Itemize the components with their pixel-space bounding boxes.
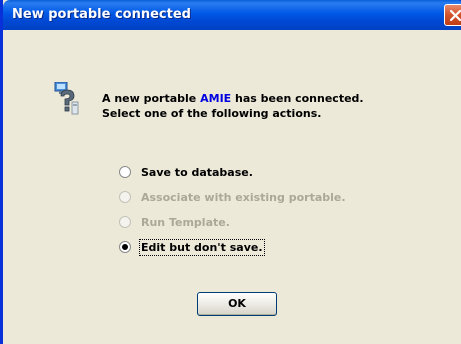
- device-name: AMIE: [200, 92, 232, 105]
- radio-button[interactable]: [119, 216, 131, 228]
- option-save-to-database[interactable]: Save to database.: [119, 164, 253, 180]
- radio-button[interactable]: [119, 191, 131, 203]
- option-edit-dont-save[interactable]: Edit but don't save.: [119, 238, 265, 256]
- option-run-template[interactable]: Run Template.: [119, 214, 230, 230]
- radio-dot: [122, 244, 128, 250]
- radio-button-selected[interactable]: [119, 241, 131, 253]
- option-label: Save to database.: [141, 165, 253, 179]
- option-associate-existing[interactable]: Associate with existing portable.: [119, 189, 346, 205]
- ok-button[interactable]: OK: [197, 292, 277, 316]
- message-text: A new portable: [102, 92, 201, 105]
- message-line-2: Select one of the following actions.: [102, 107, 322, 120]
- close-button[interactable]: [444, 4, 461, 26]
- title-bar[interactable]: New portable connected: [3, 0, 461, 30]
- option-label: Run Template.: [141, 215, 230, 229]
- message-line-1: A new portable AMIE has been connected.: [102, 92, 364, 105]
- option-label: Edit but don't save.: [139, 238, 265, 256]
- radio-button[interactable]: [119, 166, 131, 178]
- option-label: Associate with existing portable.: [141, 190, 346, 204]
- window-title: New portable connected: [12, 7, 191, 22]
- message-text: has been connected.: [231, 92, 364, 105]
- portable-question-icon: [54, 82, 79, 115]
- dialog-window: New portable connected A new portable AM…: [0, 0, 461, 344]
- close-icon: [449, 9, 461, 22]
- dialog-body: A new portable AMIE has been connected. …: [3, 30, 461, 344]
